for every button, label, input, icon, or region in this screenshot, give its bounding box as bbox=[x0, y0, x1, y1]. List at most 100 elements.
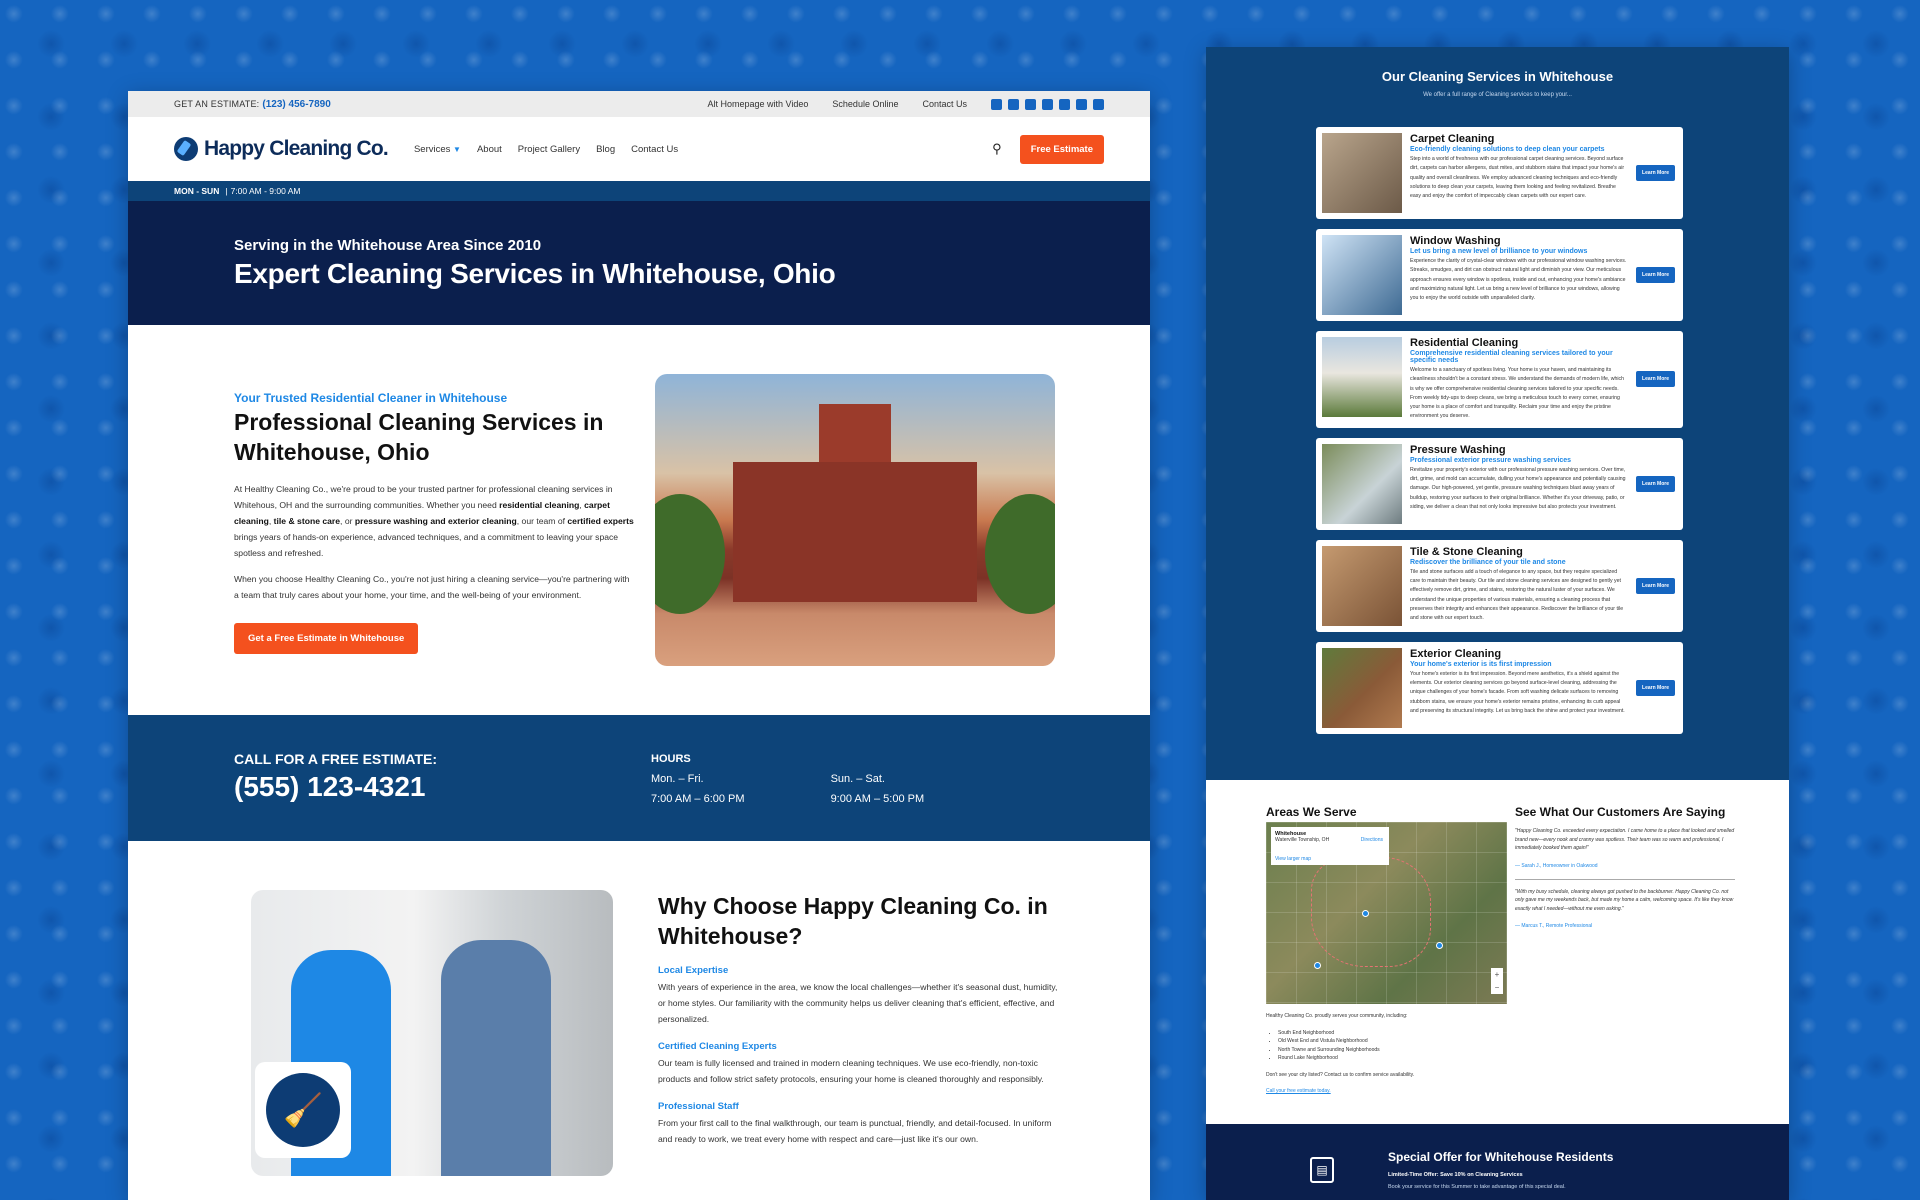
nav-blog[interactable]: Blog bbox=[596, 144, 615, 155]
feature-text: Our team is fully licensed and trained i… bbox=[658, 1058, 1044, 1084]
hours-time: 7:00 AM - 9:00 AM bbox=[230, 186, 301, 196]
services-subtitle: We offer a full range of Cleaning servic… bbox=[1423, 92, 1572, 98]
contact-us-link[interactable]: Contact Us bbox=[922, 99, 967, 109]
chevron-down-icon: ▼ bbox=[453, 144, 461, 154]
feature-title: Professional Staff bbox=[658, 1101, 739, 1112]
service-title: Pressure Washing bbox=[1410, 443, 1506, 456]
logo-text: Happy Cleaning Co. bbox=[204, 137, 389, 160]
area-boundary bbox=[1311, 857, 1431, 967]
review-quote: "With my busy schedule, cleaning always … bbox=[1515, 888, 1734, 912]
service-title: Carpet Cleaning bbox=[1410, 133, 1495, 145]
weekday-hours: 7:00 AM – 6:00 PM bbox=[651, 793, 745, 805]
broom-badge: 🧹 bbox=[255, 1062, 351, 1158]
learn-more-button[interactable]: Learn More bbox=[1636, 371, 1675, 388]
intro-eyebrow: Your Trusted Residential Cleaner in Whit… bbox=[234, 391, 508, 405]
service-desc: Step into a world of freshness with our … bbox=[1410, 156, 1625, 200]
areas-list: South End Neighborhood Old West End and … bbox=[1266, 1029, 1510, 1063]
facebook-icon[interactable] bbox=[991, 98, 1002, 110]
logo[interactable]: Happy Cleaning Co. bbox=[174, 137, 389, 161]
service-card: Exterior Cleaning Your home's exterior is… bbox=[1316, 641, 1683, 734]
areas-intro: Healthy Cleaning Co. proudly serves your… bbox=[1266, 1013, 1408, 1019]
nav-about[interactable]: About bbox=[477, 144, 502, 155]
why-title: Why Choose Happy Cleaning Co. in Whiteho… bbox=[658, 893, 1048, 949]
feature-title: Certified Cleaning Experts bbox=[658, 1041, 777, 1052]
feature-text: From your first call to the final walkth… bbox=[658, 1118, 1052, 1144]
utility-bar: GET AN ESTIMATE: (123) 456-7890 Alt Home… bbox=[128, 91, 1150, 117]
feature-text: With years of experience in the area, we… bbox=[658, 982, 1058, 1024]
larger-map-link[interactable]: View larger map bbox=[1275, 856, 1311, 862]
free-estimate-link[interactable]: Call your free estimate today. bbox=[1266, 1087, 1510, 1096]
estimate-banner: CALL FOR A FREE ESTIMATE: (555) 123-4321… bbox=[128, 715, 1150, 841]
zoom-in-icon[interactable]: + bbox=[1491, 968, 1503, 981]
learn-more-button[interactable]: Learn More bbox=[1636, 475, 1675, 492]
service-area-map[interactable]: Whitehouse Waterville Township, OH Direc… bbox=[1266, 822, 1507, 1004]
window-photo bbox=[1322, 235, 1402, 315]
map-pin-icon[interactable] bbox=[1314, 962, 1321, 969]
nav-project-gallery[interactable]: Project Gallery bbox=[518, 144, 580, 155]
estimate-label-2: CALL FOR A FREE ESTIMATE: bbox=[234, 751, 437, 767]
weekend-days: Sun. – Sat. bbox=[830, 773, 885, 785]
learn-more-button[interactable]: Learn More bbox=[1636, 679, 1675, 696]
nav-services-label: Services bbox=[413, 143, 451, 155]
alt-homepage-link[interactable]: Alt Homepage with Video bbox=[708, 99, 809, 109]
hours-heading: HOURS bbox=[651, 753, 691, 765]
instagram-icon[interactable] bbox=[1025, 98, 1036, 110]
map-info-card: Whitehouse Waterville Township, OH Direc… bbox=[1271, 827, 1389, 865]
service-subtitle: Eco-friendly cleaning solutions to deep … bbox=[1410, 146, 1605, 153]
service-subtitle: Let us bring a new level of brilliance t… bbox=[1410, 248, 1588, 255]
learn-more-button[interactable]: Learn More bbox=[1636, 577, 1675, 594]
service-desc: Tile and stone surfaces add a touch of e… bbox=[1410, 568, 1624, 622]
nav-contact-us[interactable]: Contact Us bbox=[631, 144, 678, 155]
areas-and-reviews: Areas We Serve Whitehouse Waterville Tow… bbox=[1206, 780, 1789, 1124]
list-item: Round Lake Neighborhood bbox=[1278, 1054, 1510, 1063]
house-photo bbox=[1322, 337, 1402, 417]
pressure-washing-photo bbox=[1322, 443, 1402, 524]
weekend-hours: 9:00 AM – 5:00 PM bbox=[830, 793, 925, 805]
directions-link[interactable]: Directions bbox=[1361, 837, 1383, 843]
reviews-title: See What Our Customers Are Saying bbox=[1515, 805, 1726, 819]
service-cards: Carpet Cleaning Eco-friendly cleaning sol… bbox=[1316, 127, 1683, 744]
homepage-mockup: GET AN ESTIMATE: (123) 456-7890 Alt Home… bbox=[128, 91, 1150, 1200]
get-free-estimate-button[interactable]: Get a Free Estimate in Whitehouse bbox=[234, 623, 419, 654]
top-phone-link[interactable]: (123) 456-7890 bbox=[262, 99, 330, 110]
map-pin-icon[interactable] bbox=[1362, 910, 1369, 917]
tile-photo bbox=[1322, 545, 1402, 626]
service-desc: Revitalize your property's exterior with… bbox=[1410, 466, 1626, 510]
zoom-out-icon[interactable]: − bbox=[1491, 981, 1503, 994]
learn-more-button[interactable]: Learn More bbox=[1636, 267, 1675, 283]
estimate-phone-link[interactable]: (555) 123-4321 bbox=[234, 771, 437, 803]
logo-icon bbox=[174, 137, 198, 161]
map-pin-icon[interactable] bbox=[1436, 942, 1443, 949]
why-choose-section: 🧹 Why Choose Happy Cleaning Co. in White… bbox=[128, 841, 1150, 1200]
hero-banner: Serving in the Whitehouse Area Since 201… bbox=[128, 201, 1150, 325]
offer-line-2: Book your service for this Summer to tak… bbox=[1388, 1184, 1566, 1190]
review-author: — Marcus T., Remote Professional bbox=[1515, 923, 1593, 929]
list-item: North Towne and Surrounding Neighborhood… bbox=[1278, 1046, 1510, 1055]
service-desc: Welcome to a sanctuary of spotless livin… bbox=[1410, 367, 1624, 420]
learn-more-button[interactable]: Learn More bbox=[1636, 165, 1675, 181]
main-nav: Happy Cleaning Co. Services ▼ About Proj… bbox=[128, 117, 1150, 181]
free-estimate-button[interactable]: Free Estimate bbox=[1019, 134, 1104, 164]
intro-paragraph-1: At Healthy Cleaning Co., we're proud to … bbox=[234, 484, 634, 558]
zoom-control[interactable]: + − bbox=[1491, 968, 1503, 994]
service-title: Window Washing bbox=[1410, 235, 1501, 247]
review-quote: "Happy Cleaning Co. exceeded every expec… bbox=[1515, 828, 1735, 851]
schedule-online-link[interactable]: Schedule Online bbox=[832, 99, 898, 109]
feature-title: Local Expertise bbox=[658, 965, 729, 976]
hero-subtitle: Serving in the Whitehouse Area Since 201… bbox=[234, 237, 542, 254]
search-icon[interactable]: ⚲ bbox=[992, 141, 1002, 157]
areas-note: Don't see your city listed? Contact us t… bbox=[1266, 1071, 1415, 1078]
hours-bar: MON - SUN | 7:00 AM - 9:00 AM bbox=[128, 181, 1150, 201]
intro-title: Professional Cleaning Services in Whiteh… bbox=[234, 409, 604, 465]
service-card: Carpet Cleaning Eco-friendly cleaning sol… bbox=[1316, 127, 1683, 219]
broom-icon: 🧹 bbox=[266, 1073, 340, 1147]
youtube-icon[interactable] bbox=[1042, 98, 1053, 110]
x-icon[interactable] bbox=[1008, 98, 1019, 110]
yelp-icon[interactable] bbox=[1076, 98, 1087, 110]
service-subtitle: Professional exterior pressure washing s… bbox=[1410, 456, 1572, 464]
services-mockup: Our Cleaning Services in Whitehouse We o… bbox=[1206, 47, 1789, 1200]
service-card: Tile & Stone Cleaning Rediscover the bril… bbox=[1316, 539, 1683, 632]
linkedin-icon[interactable] bbox=[1059, 98, 1070, 110]
tiktok-icon[interactable] bbox=[1093, 98, 1104, 110]
nav-services[interactable]: Services ▼ bbox=[414, 144, 461, 155]
